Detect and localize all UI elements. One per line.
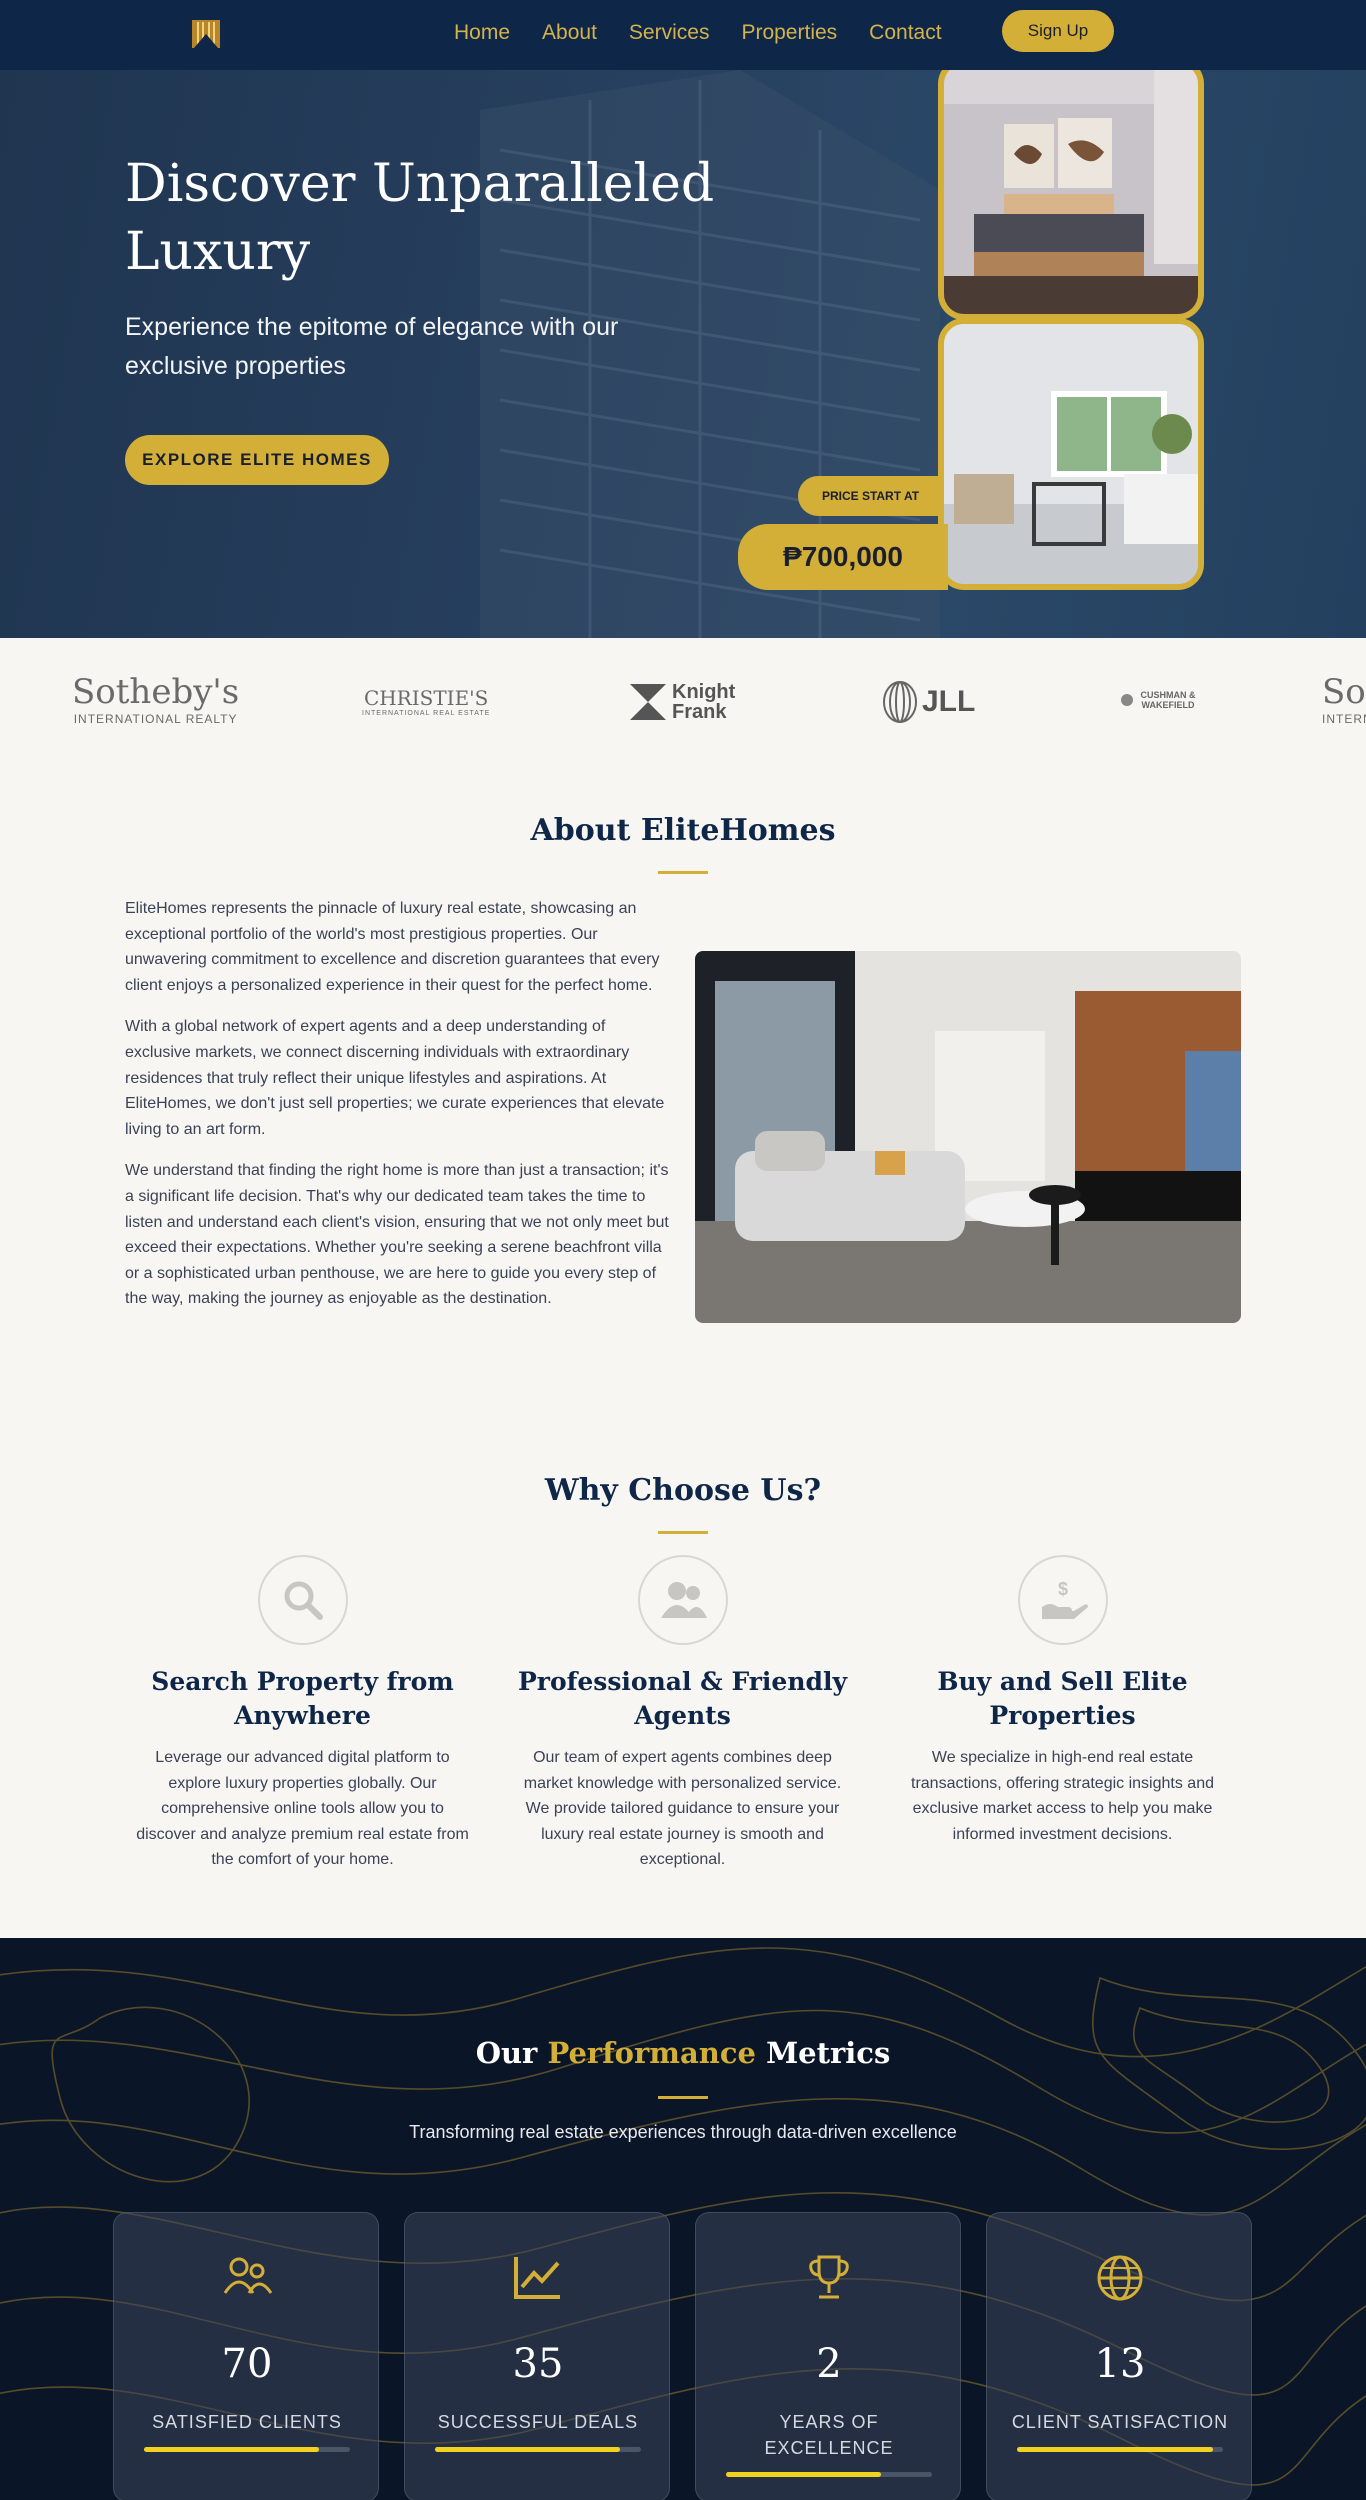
about-text: EliteHomes represents the pinnacle of lu…	[125, 896, 670, 1328]
nav-home-link[interactable]: Home	[454, 21, 510, 45]
metric-card-clients: 70 SATISFIED CLIENTS	[113, 2212, 379, 2500]
why-card-buy-sell: $ Buy and Sell Elite Properties We speci…	[890, 1555, 1235, 1847]
sign-up-button[interactable]: Sign Up	[1002, 10, 1114, 52]
brand-name: CHRISTIE'S	[363, 686, 489, 710]
knight-frank-mark-icon	[630, 684, 666, 720]
users-icon	[637, 1555, 728, 1645]
globe-icon	[987, 2253, 1253, 2309]
metric-card-satisfaction: 13 CLIENT SATISFACTION	[986, 2212, 1252, 2500]
bedroom-photo	[938, 58, 1204, 320]
why-card-title: Professional & Friendly Agents	[517, 1667, 848, 1730]
elitehomes-logo-icon[interactable]	[190, 18, 222, 50]
why-card-agents: Professional & Friendly Agents Our team …	[510, 1555, 855, 1873]
partner-brands-strip: Sotheby's INTERNATIONAL REALTY CHRISTIE'…	[0, 638, 1366, 762]
why-card-description: Leverage our advanced digital platform t…	[136, 1749, 469, 1869]
hero-subtitle: Experience the epitome of elegance with …	[125, 313, 619, 380]
metric-label: YEARS OF EXCELLENCE	[764, 2412, 894, 2458]
hand-dollar-icon: $	[1017, 1555, 1108, 1645]
performance-metrics-section: Our Performance Metrics Transforming rea…	[0, 1938, 1366, 2500]
brand-name: CUSHMAN & WAKEFIELD	[1140, 690, 1196, 710]
brand-logo-sothebys-repeat: Sotheby's INTERNATIONAL REALTY	[1322, 672, 1366, 726]
about-title: About EliteHomes	[530, 813, 836, 848]
metric-card-deals: 35 SUCCESSFUL DEALS	[404, 2212, 670, 2500]
price-value: ₱700,000	[738, 524, 948, 590]
brand-logo-cushman-wakefield: CUSHMAN & WAKEFIELD	[1120, 690, 1198, 710]
svg-text:$: $	[1057, 1579, 1067, 1599]
brand-subtitle: INTERNATIONAL REALTY	[1322, 712, 1366, 726]
explore-elite-homes-button[interactable]: EXPLORE ELITE HOMES	[125, 435, 389, 485]
brand-logo-christies: CHRISTIE'S INTERNATIONAL REAL ESTATE	[362, 686, 490, 717]
about-paragraph: We understand that finding the right hom…	[125, 1162, 669, 1308]
brand-logo-jll: JLL	[882, 680, 975, 724]
hero-title: Discover Unparalleled Luxury	[125, 154, 715, 282]
metric-value: 35	[512, 2341, 564, 2387]
about-interior-photo	[695, 951, 1241, 1323]
metrics-title: Our Performance Metrics	[475, 2036, 891, 2070]
nav-links: Home About Services Properties Contact	[454, 0, 942, 66]
nav-about-link[interactable]: About	[542, 21, 597, 45]
brand-logo-knight-frank: Knight Frank	[630, 682, 742, 722]
brand-subtitle: INTERNATIONAL REALTY	[73, 712, 238, 726]
cushman-mark-icon	[1121, 694, 1133, 706]
living-room-photo	[938, 318, 1204, 590]
jll-mark-icon	[883, 681, 917, 723]
why-choose-title: Why Choose Us?	[544, 1473, 822, 1508]
about-paragraph: EliteHomes represents the pinnacle of lu…	[125, 900, 660, 994]
why-card-description: Our team of expert agents combines deep …	[523, 1749, 842, 1869]
why-card-search: Search Property from Anywhere Leverage o…	[130, 1555, 475, 1873]
brand-name: JLL	[922, 685, 976, 718]
nav-properties-link[interactable]: Properties	[741, 21, 837, 45]
brand-subtitle: INTERNATIONAL REAL ESTATE	[362, 710, 491, 717]
nav-services-link[interactable]: Services	[629, 21, 710, 45]
trophy-icon	[696, 2253, 962, 2309]
price-start-label: PRICE START AT	[798, 476, 943, 516]
metric-value: 13	[1094, 2341, 1146, 2387]
top-navbar: Home About Services Properties Contact S…	[0, 0, 1366, 70]
brand-logo-sothebys: Sotheby's INTERNATIONAL REALTY	[72, 672, 239, 726]
about-paragraph: With a global network of expert agents a…	[125, 1018, 665, 1138]
users-icon	[114, 2253, 380, 2309]
search-icon	[257, 1555, 348, 1645]
why-card-title: Buy and Sell Elite Properties	[937, 1667, 1188, 1730]
metrics-title-underline	[658, 2096, 708, 2099]
nav-contact-link[interactable]: Contact	[869, 21, 941, 45]
metric-progress-bar	[144, 2447, 350, 2452]
brand-name: Knight Frank	[672, 681, 736, 723]
chart-line-icon	[405, 2253, 671, 2309]
metrics-subtitle: Transforming real estate experiences thr…	[409, 2122, 957, 2142]
metric-value: 2	[816, 2341, 842, 2387]
metric-label: SATISFIED CLIENTS	[152, 2412, 342, 2432]
why-card-title: Search Property from Anywhere	[151, 1667, 454, 1730]
metric-label: CLIENT SATISFACTION	[1011, 2412, 1229, 2432]
metric-progress-bar	[435, 2447, 641, 2452]
metric-progress-bar	[1017, 2447, 1223, 2452]
metric-card-years: 2 YEARS OF EXCELLENCE	[695, 2212, 961, 2500]
metric-value: 70	[221, 2341, 273, 2387]
hero-section: Discover Unparalleled Luxury Experience …	[0, 0, 1366, 638]
brand-name: Sotheby's	[72, 672, 240, 712]
why-card-description: We specialize in high-end real estate tr…	[911, 1749, 1214, 1843]
metric-label: SUCCESSFUL DEALS	[437, 2412, 639, 2432]
about-title-underline	[658, 871, 708, 874]
metric-progress-bar	[726, 2472, 932, 2477]
brand-name: Sotheby's	[1322, 672, 1366, 712]
why-title-underline	[658, 1531, 708, 1534]
